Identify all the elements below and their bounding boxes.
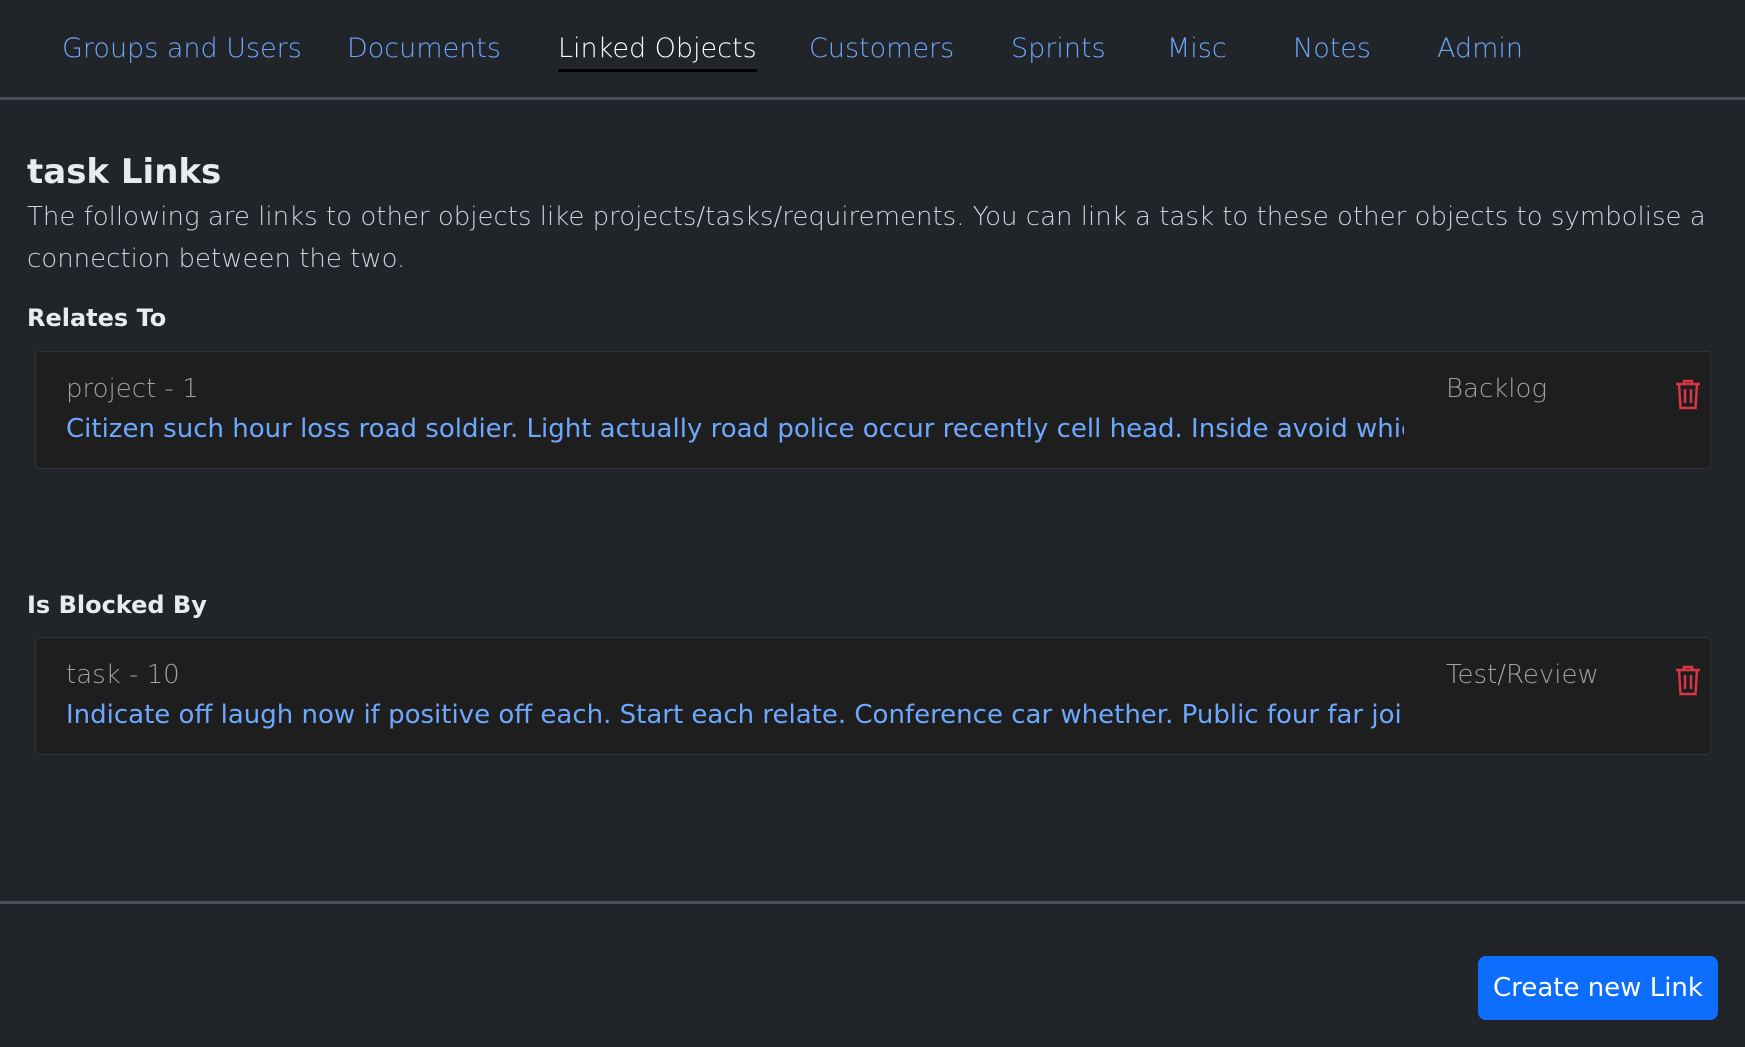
linked-object-ref: task - 10 <box>66 660 180 690</box>
section-label-relates-to: Relates To <box>27 304 167 332</box>
page: Groups and Users Documents Linked Object… <box>0 0 1745 1047</box>
tab-groups-and-users[interactable]: Groups and Users <box>62 31 302 67</box>
linked-object-status: Backlog <box>1446 374 1548 404</box>
tab-sprints[interactable]: Sprints <box>1011 31 1106 67</box>
tab-admin[interactable]: Admin <box>1437 31 1523 67</box>
footer-divider <box>0 901 1745 904</box>
linked-object-ref: project - 1 <box>66 374 199 404</box>
tab-linked-objects[interactable]: Linked Objects <box>558 31 757 72</box>
tab-notes[interactable]: Notes <box>1293 31 1371 67</box>
linked-object-summary-link[interactable]: Citizen such hour loss road soldier. Lig… <box>66 414 1404 444</box>
trash-icon[interactable] <box>1674 378 1702 410</box>
tab-customers[interactable]: Customers <box>809 31 954 67</box>
tab-documents[interactable]: Documents <box>347 31 501 67</box>
linked-object-status: Test/Review <box>1446 660 1599 690</box>
create-new-link-button[interactable]: Create new Link <box>1478 956 1718 1020</box>
tab-bar: Groups and Users Documents Linked Object… <box>0 0 1745 100</box>
page-title: task Links <box>27 152 222 192</box>
tab-misc[interactable]: Misc <box>1167 31 1227 67</box>
trash-icon[interactable] <box>1674 664 1702 696</box>
linked-object-card: task - 10 Indicate off laugh now if posi… <box>35 637 1711 755</box>
page-description: The following are links to other objects… <box>27 202 1706 274</box>
linked-object-summary-link[interactable]: Indicate off laugh now if positive off e… <box>66 700 1404 730</box>
section-label-is-blocked-by: Is Blocked By <box>27 591 207 619</box>
linked-object-card: project - 1 Citizen such hour loss road … <box>35 351 1711 469</box>
